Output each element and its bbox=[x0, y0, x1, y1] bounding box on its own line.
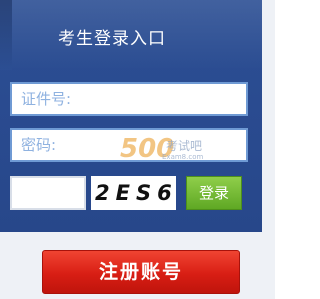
id-number-input[interactable] bbox=[10, 82, 248, 116]
page: 考生登录入口 500 考试吧 Exam8.com 2ES6 登录 注册账号 bbox=[0, 0, 275, 299]
login-panel: 考生登录入口 500 考试吧 Exam8.com 2ES6 登录 bbox=[0, 0, 262, 232]
captcha-input[interactable] bbox=[10, 176, 86, 210]
panel-decoration bbox=[0, 0, 12, 70]
register-button[interactable]: 注册账号 bbox=[42, 250, 240, 294]
page-title: 考生登录入口 bbox=[58, 29, 166, 49]
login-button[interactable]: 登录 bbox=[186, 176, 242, 210]
password-input[interactable] bbox=[10, 128, 248, 162]
captcha-image[interactable]: 2ES6 bbox=[91, 176, 176, 210]
